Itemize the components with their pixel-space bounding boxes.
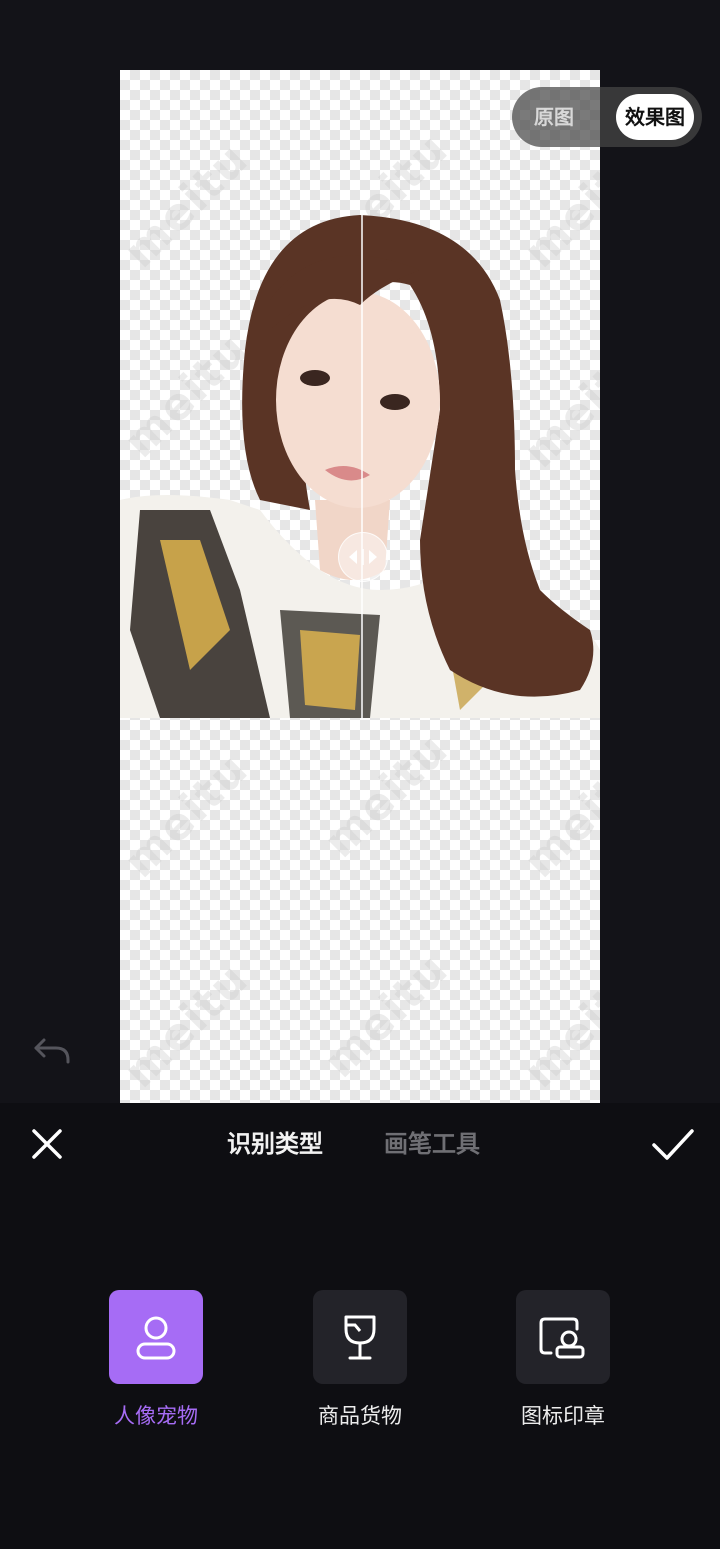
left-right-arrows-icon <box>349 549 377 565</box>
compare-toggle: 原图 效果图 <box>512 87 702 147</box>
option-label: 商品货物 <box>318 1404 402 1428</box>
close-icon <box>32 1129 62 1159</box>
image-canvas[interactable]: meitu meitu meitu meitu meitu meitu meit… <box>120 70 600 1103</box>
tab-recognition-type[interactable]: 识别类型 <box>227 1121 323 1167</box>
undo-icon <box>34 1038 70 1064</box>
option-icon-stamp[interactable]: 图标印章 <box>488 1290 638 1430</box>
portrait-cutout <box>120 215 600 718</box>
option-portrait-pet[interactable]: 人像宠物 <box>81 1290 231 1430</box>
checkmark-icon <box>652 1129 694 1160</box>
confirm-button[interactable] <box>650 1125 696 1165</box>
option-label: 图标印章 <box>521 1404 605 1428</box>
compare-slider-handle[interactable] <box>338 532 388 582</box>
close-button[interactable] <box>28 1125 66 1163</box>
original-toggle-button[interactable]: 原图 <box>534 87 574 147</box>
stamp-icon <box>539 1317 585 1359</box>
person-icon <box>136 1316 176 1360</box>
bottom-panel: 识别类型 画笔工具 人像宠物 商品货物 图标印章 <box>0 1103 720 1549</box>
option-label: 人像宠物 <box>114 1404 198 1428</box>
option-icon-box <box>313 1290 407 1384</box>
goblet-icon <box>344 1315 376 1360</box>
option-goods[interactable]: 商品货物 <box>285 1290 435 1430</box>
undo-button[interactable] <box>30 1032 74 1072</box>
effect-toggle-button[interactable]: 效果图 <box>616 94 694 140</box>
tab-brush-tool[interactable]: 画笔工具 <box>384 1121 480 1167</box>
option-icon-box <box>109 1290 203 1384</box>
option-icon-box <box>516 1290 610 1384</box>
compare-divider[interactable] <box>361 215 363 720</box>
